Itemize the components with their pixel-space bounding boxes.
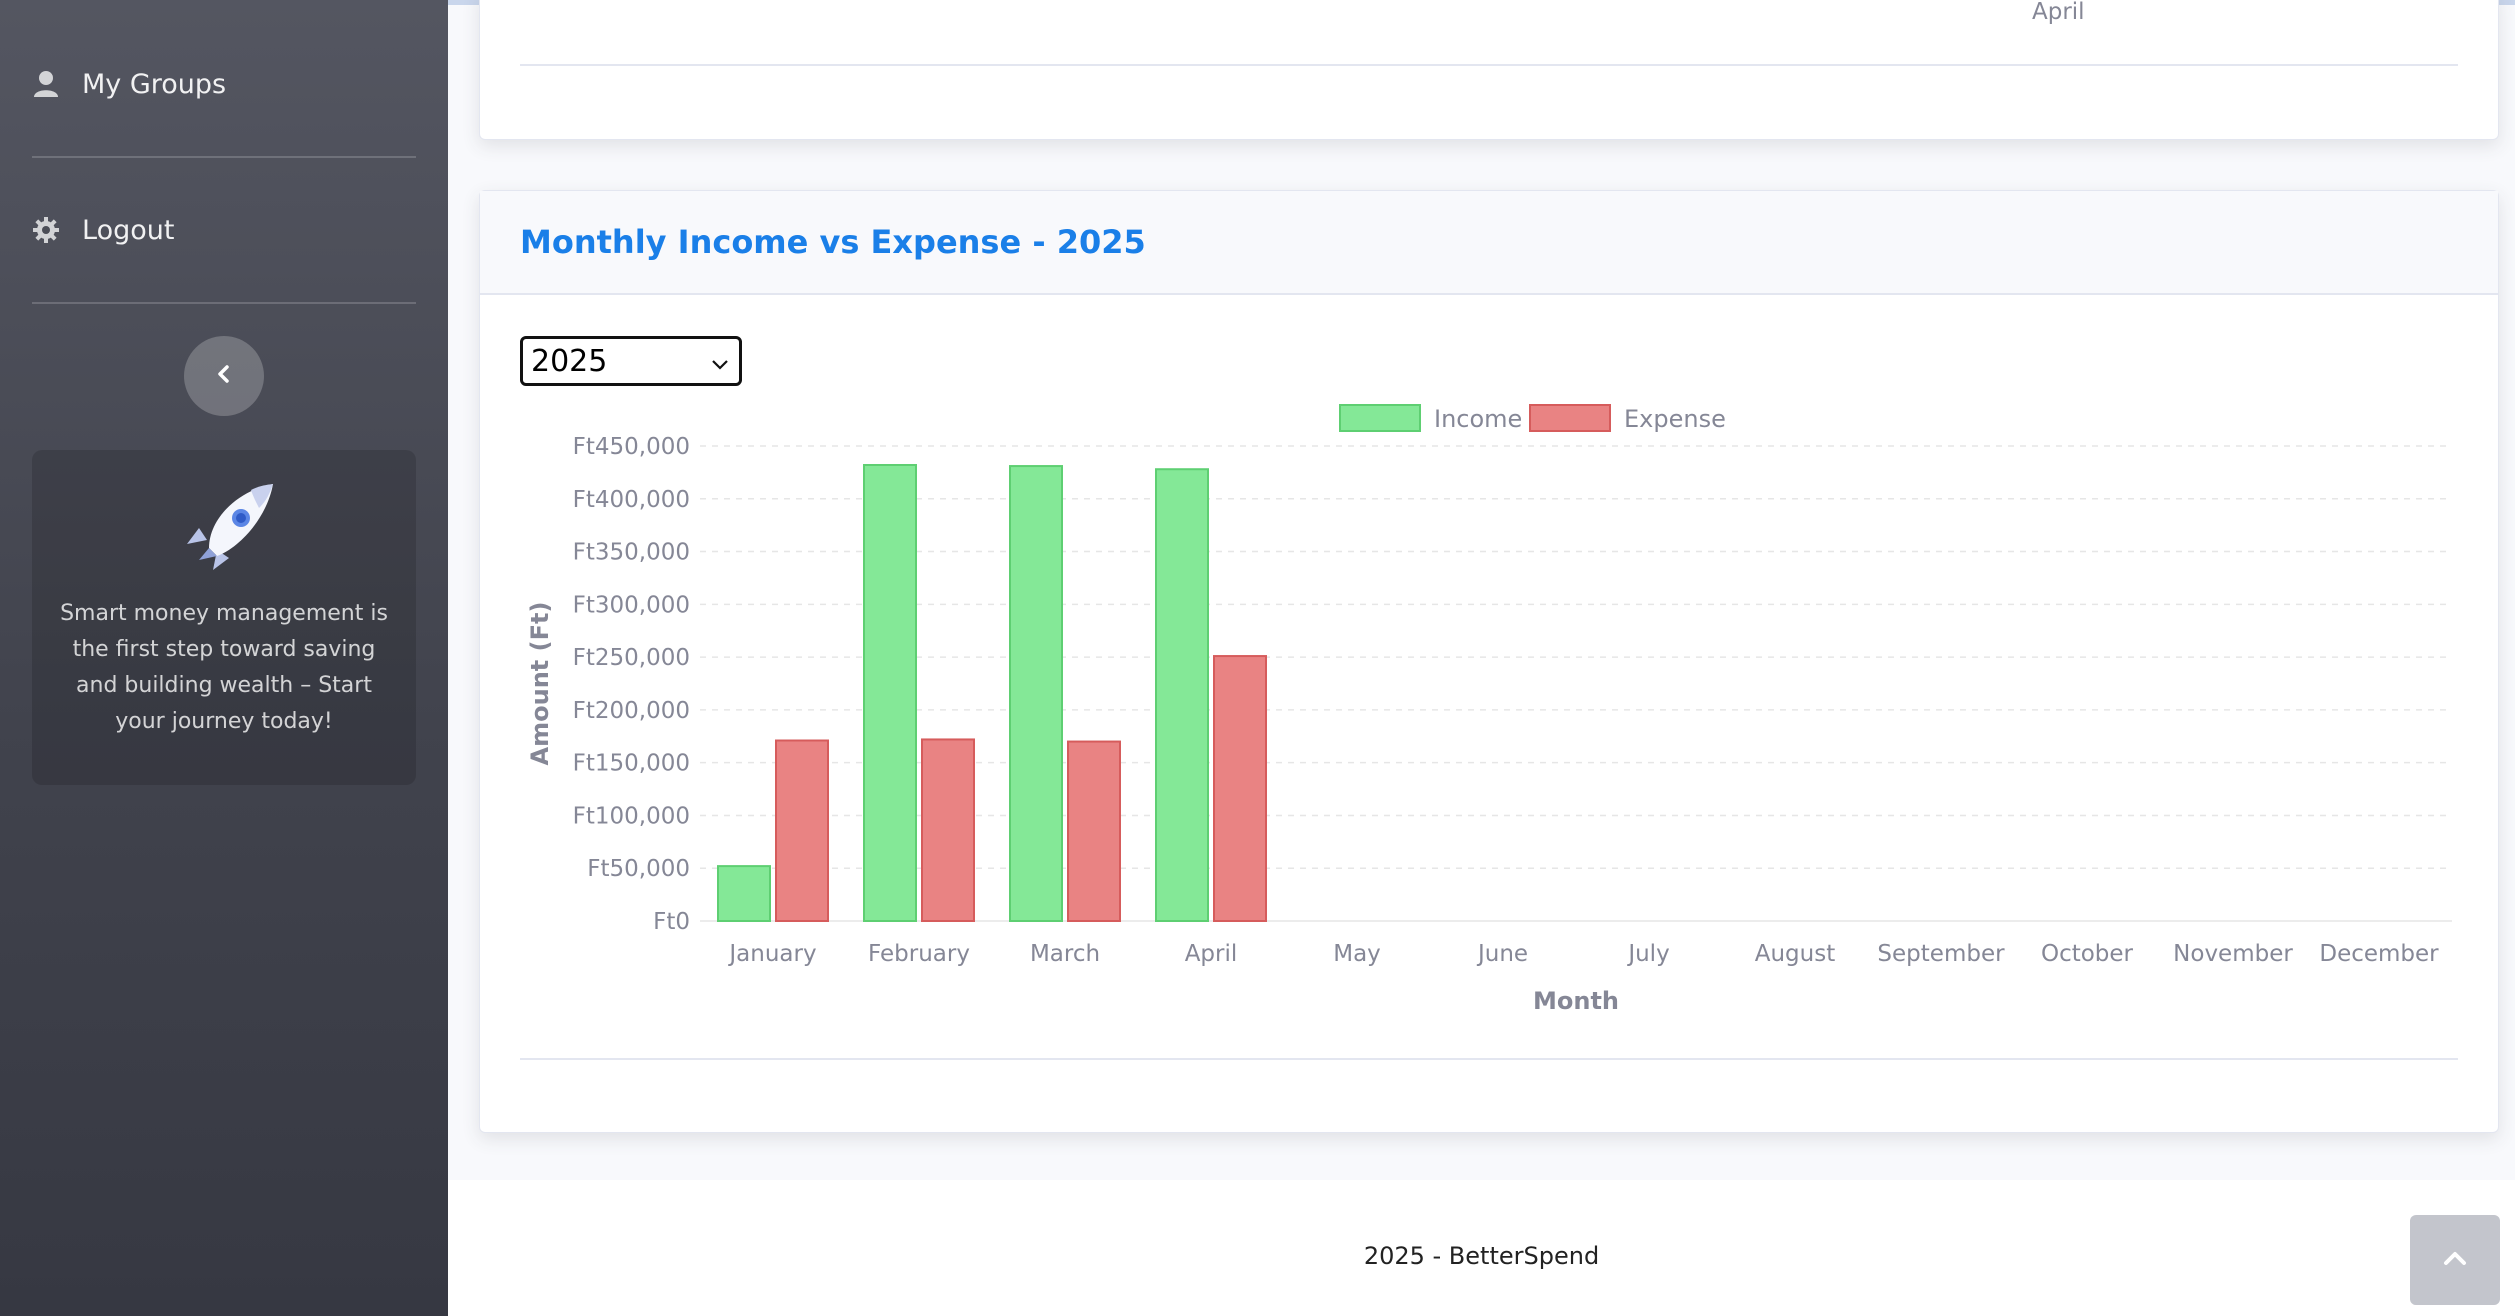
x-tick-label: July — [1626, 941, 1669, 967]
x-tick-label: May — [1333, 941, 1381, 967]
bar-expense — [921, 738, 975, 923]
x-tick-label: February — [868, 941, 970, 967]
bar-income — [1155, 468, 1209, 922]
y-tick-label: Ft200,000 — [573, 698, 690, 724]
x-tick-label: April — [1185, 941, 1238, 967]
bar-expense — [1213, 655, 1267, 922]
x-tick-label: January — [727, 941, 816, 967]
promo-card: Smart money management is the first step… — [32, 450, 416, 785]
y-tick-label: Ft350,000 — [573, 540, 690, 566]
legend-label-expense: Expense — [1624, 405, 1726, 433]
x-tick-label: October — [2041, 941, 2134, 967]
x-tick-label: August — [1755, 941, 1836, 967]
x-axis-title: Month — [1533, 987, 1619, 1015]
footer: 2025 - BetterSpend — [448, 1180, 2515, 1316]
previous-chart-card: April — [479, 0, 2499, 140]
promo-text: Smart money management is the first step… — [60, 601, 388, 734]
card-header: Monthly Income vs Expense - 2025 — [480, 191, 2498, 295]
sidebar-item-label: My Groups — [82, 68, 227, 100]
sidebar-toggle-button[interactable] — [184, 336, 264, 416]
x-tick-label: December — [2319, 941, 2439, 967]
bar-income — [1009, 465, 1063, 923]
sidebar-item-label: Logout — [82, 214, 175, 246]
card-divider — [520, 1058, 2458, 1060]
year-select-value: 2025 — [531, 343, 608, 379]
legend-swatch-expense — [1529, 404, 1611, 432]
footer-copyright: 2025 - BetterSpend — [1363, 1242, 1600, 1270]
x-tick-label: March — [1030, 941, 1100, 967]
y-tick-label: Ft450,000 — [573, 434, 690, 460]
y-tick-label: Ft150,000 — [573, 751, 690, 777]
chart-container: Ft0 Ft50,000 Ft100,000 Ft150,000 Ft200,000 Ft… — [520, 391, 2460, 1041]
year-select[interactable]: 2025 — [520, 336, 742, 386]
chevron-down-icon — [711, 344, 729, 379]
card-title: Monthly Income vs Expense - 2025 — [520, 223, 1146, 261]
x-tick-label: September — [1877, 941, 2005, 967]
bar-income — [863, 464, 917, 922]
legend-label-income: Income — [1434, 405, 1522, 433]
x-tick-label: April — [2032, 0, 2085, 25]
x-tick-label: June — [1476, 941, 1528, 967]
sidebar: My Groups Logout Smart money management … — [0, 0, 448, 1316]
income-expense-card: Monthly Income vs Expense - 2025 2025 Ft… — [479, 190, 2499, 1133]
bar-expense — [775, 739, 829, 922]
rocket-icon — [187, 484, 273, 570]
chevron-left-icon — [213, 363, 235, 389]
legend-swatch-income — [1339, 404, 1421, 432]
x-tick-label: November — [2173, 941, 2293, 967]
bar-chart: Ft0 Ft50,000 Ft100,000 Ft150,000 Ft200,000 Ft… — [526, 404, 2452, 1015]
sidebar-item-my-groups[interactable]: My Groups — [32, 12, 416, 158]
y-tick-label: Ft0 — [653, 909, 690, 935]
y-tick-label: Ft400,000 — [573, 487, 690, 513]
bar-expense — [1067, 740, 1121, 922]
sidebar-item-logout[interactable]: Logout — [32, 158, 416, 304]
y-tick-label: Ft50,000 — [587, 856, 690, 882]
card-divider — [520, 64, 2458, 66]
y-tick-label: Ft100,000 — [573, 803, 690, 829]
bar-income — [717, 865, 771, 923]
user-icon — [32, 70, 60, 98]
chevron-up-icon — [2443, 1250, 2467, 1270]
y-axis-title: Amount (Ft) — [526, 602, 554, 766]
y-tick-label: Ft250,000 — [573, 645, 690, 671]
y-tick-label: Ft300,000 — [573, 592, 690, 618]
gear-icon — [32, 216, 60, 244]
scroll-to-top-button[interactable] — [2410, 1215, 2500, 1305]
